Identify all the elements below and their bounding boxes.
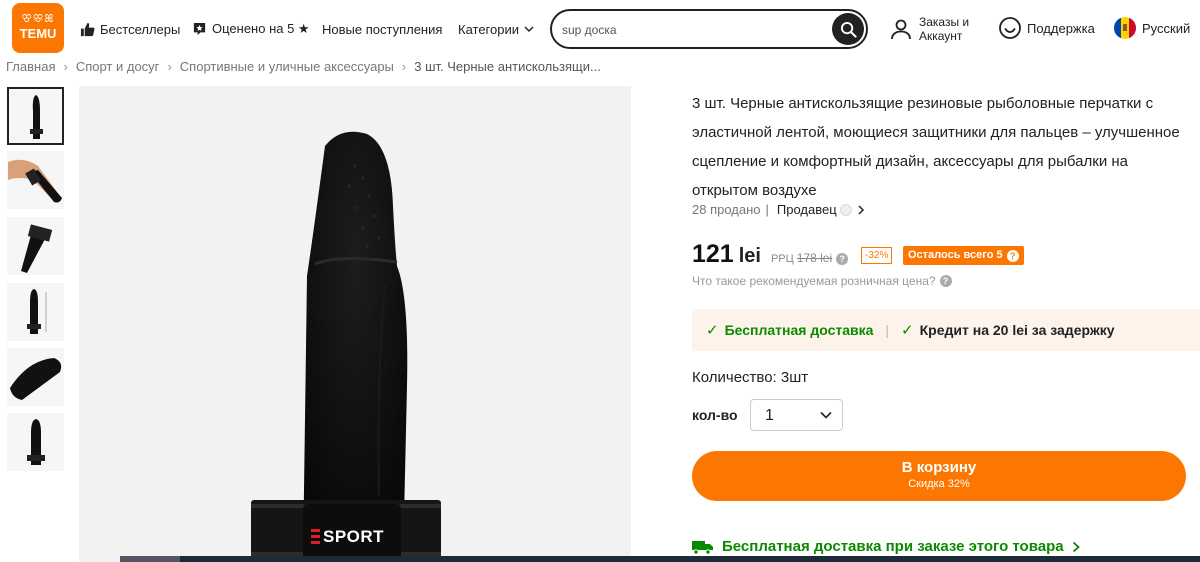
account-menu[interactable]: Заказы и Аккаунт [890, 14, 969, 44]
product-title: 3 шт. Черные антискользящие резиновые ры… [692, 95, 1180, 199]
chevron-down-icon [820, 411, 832, 419]
scrollbar-thumb[interactable] [120, 556, 180, 562]
bottom-scrollbar[interactable] [120, 556, 1200, 562]
delay-credit-label[interactable]: Кредит на 20 lei за задержку [920, 322, 1115, 338]
quantity-label: Количество: 3шт [692, 369, 809, 386]
sold-count: 28 продано [692, 202, 761, 217]
thumbnail-5[interactable] [7, 348, 64, 406]
thumbnail-glove-image [29, 95, 43, 139]
seller-link[interactable]: Продавец [777, 202, 865, 217]
breadcrumb-separator-icon: › [401, 58, 407, 74]
add-to-cart-label: В корзину [901, 459, 977, 476]
sales-seller-row: 28 продано | Продавец [692, 202, 865, 217]
breadcrumb-sport[interactable]: Спорт и досуг [76, 59, 160, 74]
rrp-label: РРЦ [770, 253, 794, 265]
price-value: 121 [692, 240, 734, 268]
chevron-down-icon [524, 26, 534, 33]
search-bar [550, 9, 868, 49]
add-to-cart-discount: Скидка 32% [908, 478, 970, 490]
check-icon: ✓ [901, 322, 914, 339]
breadcrumb-current: 3 шт. Черные антискользящи... [414, 58, 601, 74]
thumbnail-hand-image [8, 159, 62, 203]
stock-badge: Осталось всего 5 ? [903, 246, 1024, 265]
nav-categories-label: Категории [458, 21, 519, 37]
breadcrumb-home[interactable]: Главная [6, 59, 55, 74]
thumbs-up-icon [80, 22, 95, 36]
quantity-select-value: 1 [765, 407, 774, 424]
chevron-right-icon [1072, 541, 1080, 552]
breadcrumb-separator-icon: › [63, 58, 68, 74]
quantity-select[interactable]: 1 [750, 399, 843, 431]
support-chat-icon [999, 17, 1021, 39]
nav-bestsellers[interactable]: Бестселлеры [80, 18, 180, 40]
seller-divider: | [765, 202, 769, 217]
delivery-info-box: ✓ Бесплатная доставка | ✓ Кредит на 20 l… [692, 309, 1200, 351]
account-line1: Заказы и [919, 15, 970, 29]
thumbnail-2[interactable] [7, 151, 64, 209]
logo-text: TEMU [19, 26, 57, 41]
search-button[interactable] [832, 13, 864, 45]
free-shipping-link[interactable]: Бесплатная доставка при заказе этого тов… [692, 538, 1089, 555]
thumbnail-4[interactable] [7, 283, 64, 341]
price-row: 121 lei РРЦ 178 lei ? [692, 240, 849, 272]
discount-badge: -32% [861, 247, 893, 264]
stock-info-icon[interactable]: ? [1006, 249, 1019, 262]
seller-label: Продавец [776, 202, 837, 217]
search-icon [840, 21, 857, 38]
nav-new-label: Новые поступления [322, 21, 443, 37]
chevron-right-icon [858, 204, 864, 215]
thumbnail-glove-side-image [9, 358, 61, 400]
language-label: Русский [1142, 20, 1191, 36]
finger-guard-image [251, 131, 441, 562]
rrp-value: 178 lei [796, 251, 833, 265]
nav-categories[interactable]: Категории [458, 18, 539, 40]
check-icon: ✓ [706, 322, 719, 339]
breadcrumb: Главная › Спорт и досуг › Спортивные и у… [6, 58, 601, 74]
truck-icon [692, 540, 713, 555]
price-currency: lei [738, 245, 761, 267]
top-header: ꕢꕣꕤ TEMU Бестселлеры Оценено на 5 ★ Новы… [0, 0, 1200, 60]
seller-avatar-icon [839, 203, 852, 216]
rrp-question-link[interactable]: Что такое рекомендуемая розничная цена? … [692, 274, 952, 288]
search-input[interactable] [562, 20, 822, 40]
thumbnail-6[interactable] [7, 413, 64, 471]
thumbnail-glove-front-image [26, 419, 45, 465]
breadcrumb-separator-icon: › [167, 58, 172, 74]
logo-glyphs: ꕢꕣꕤ [21, 13, 55, 25]
rrp-question-label: Что такое рекомендуемая розничная цена? [692, 274, 936, 288]
support-link[interactable]: Поддержка [998, 17, 1095, 39]
nav-rated-label: Оценено на 5 ★ [212, 21, 310, 36]
question-icon: ? [939, 275, 952, 287]
thumbnail-size-chart-image [26, 289, 46, 334]
add-to-cart-button[interactable]: В корзину Скидка 32% [692, 451, 1186, 501]
image-brand-label: SPORT [323, 527, 385, 546]
user-icon [891, 19, 911, 40]
qty-select-label: кол-во [692, 407, 738, 423]
account-line2: Аккаунт [919, 29, 963, 43]
thumbnail-3[interactable] [7, 217, 64, 275]
language-selector[interactable]: Русский [1113, 17, 1190, 39]
rrp-info-icon[interactable]: ? [836, 253, 849, 265]
thumbnail-glove-angle-image [20, 224, 52, 273]
free-delivery-label[interactable]: Бесплатная доставка [725, 322, 874, 338]
nav-bestsellers-label: Бестселлеры [100, 21, 181, 37]
nav-new-arrivals[interactable]: Новые поступления [322, 18, 442, 40]
support-label: Поддержка [1027, 20, 1095, 36]
moldova-flag-icon [1114, 17, 1136, 39]
nav-rated-5[interactable]: Оценено на 5 ★ [192, 18, 310, 40]
star-badge-icon [193, 22, 206, 35]
free-shipping-label: Бесплатная доставка при заказе этого тов… [722, 538, 1064, 555]
stock-label: Осталось всего 5 [908, 249, 1003, 261]
breadcrumb-accessories[interactable]: Спортивные и уличные аксессуары [180, 59, 394, 74]
delivery-divider: | [885, 322, 890, 338]
thumbnail-1[interactable] [7, 87, 64, 145]
main-product-image[interactable]: SPORT [79, 86, 631, 562]
temu-logo[interactable]: ꕢꕣꕤ TEMU [12, 3, 64, 53]
